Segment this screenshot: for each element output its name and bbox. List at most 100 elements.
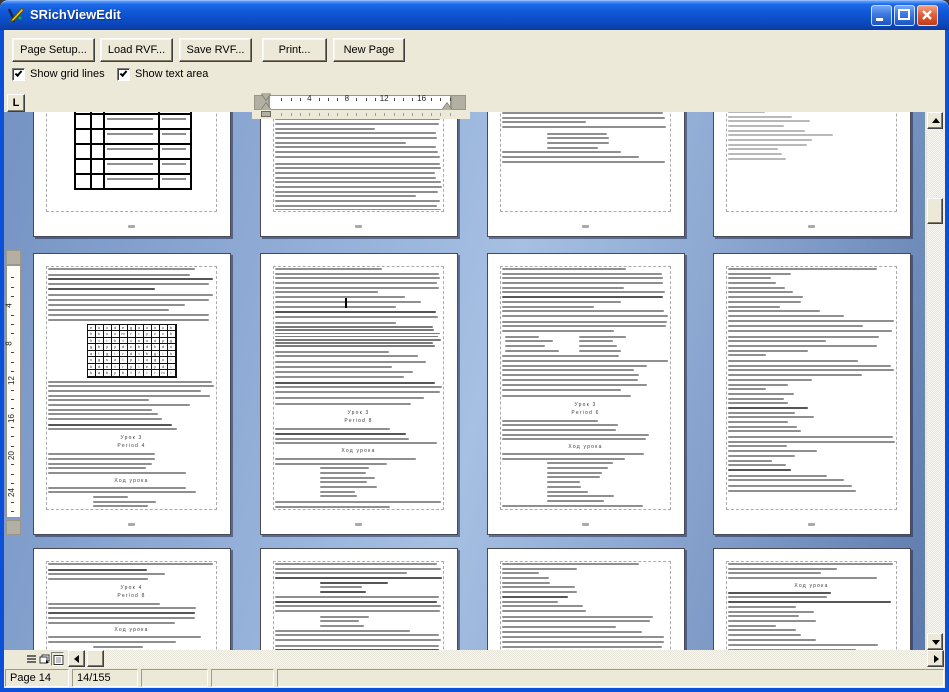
load-rvf-button[interactable]: Load RVF... <box>100 38 173 62</box>
app-icon <box>7 6 25 24</box>
page-number-mark <box>808 225 815 228</box>
ruler-subtick <box>337 113 338 116</box>
text-line <box>48 467 146 469</box>
text-line <box>48 399 149 401</box>
text-line <box>320 477 375 479</box>
right-indent-marker[interactable] <box>442 103 452 110</box>
status-panel-4 <box>211 669 274 687</box>
text-line <box>728 620 816 622</box>
ruler-subtick <box>394 113 395 116</box>
text-line <box>48 288 155 290</box>
page-r3-c2[interactable]: Урок 4 <box>260 548 458 650</box>
page-layout-view-icon <box>53 655 64 665</box>
word-search-grid: eucdegooncbhkoomriyccbhtibtcnodpggbyydcb… <box>87 324 177 378</box>
page-content: Урок 4Period 8Ход урока <box>48 563 215 650</box>
scroll-left-button[interactable] <box>68 650 85 667</box>
text-line <box>728 388 766 390</box>
text-line <box>275 167 441 169</box>
text-line <box>275 322 396 324</box>
left-indent-marker[interactable] <box>261 111 271 117</box>
page-r1-c1[interactable] <box>33 112 231 237</box>
page-heading: Урок 3 <box>275 410 442 418</box>
maximize-button[interactable] <box>894 5 915 26</box>
text-line <box>275 403 411 405</box>
text-line <box>502 330 614 332</box>
text-line <box>547 472 602 474</box>
page-r1-c3[interactable] <box>487 112 685 237</box>
new-page-button[interactable]: New Page <box>333 38 405 62</box>
page-r3-c4[interactable]: Ход урока <box>713 548 911 650</box>
save-rvf-button[interactable]: Save RVF... <box>179 38 252 62</box>
ruler-number: 20 <box>7 451 16 460</box>
text-line <box>48 463 152 465</box>
text-line <box>502 395 631 397</box>
text-line <box>728 296 803 298</box>
text-line <box>502 291 665 293</box>
page-r3-c1[interactable]: Урок 4Period 8Ход урока <box>33 548 231 650</box>
page-setup-button[interactable]: Page Setup... <box>12 38 95 62</box>
page-content <box>275 112 442 210</box>
scroll-right-button[interactable] <box>927 650 944 667</box>
text-line <box>728 615 799 617</box>
first-line-indent-marker[interactable] <box>261 93 271 100</box>
page-r2-c2[interactable]: Урок 3Period 8Ход урока <box>260 253 458 535</box>
hanging-indent-marker[interactable] <box>261 103 271 110</box>
text-line <box>275 311 436 313</box>
text-line <box>320 495 357 497</box>
page-number-mark <box>128 523 135 526</box>
vertical-ruler[interactable]: 4812162024 <box>5 248 23 538</box>
page-r2-c1[interactable]: eucdegooncbhkoomriyccbhtibtcnodpggbyydcb… <box>33 253 231 535</box>
scroll-up-button[interactable] <box>927 112 943 129</box>
text-line <box>728 148 778 150</box>
check-icon <box>15 69 23 77</box>
page-r3-c3[interactable] <box>487 548 685 650</box>
page-r2-c4[interactable] <box>713 253 911 535</box>
document-viewport[interactable]: eucdegooncbhkoomriyccbhtibtcnodpggbyydcb… <box>4 112 925 650</box>
tab-alignment-selector-button[interactable]: L <box>7 94 25 112</box>
text-line <box>728 374 862 376</box>
page-r1-c2[interactable] <box>260 112 458 237</box>
titlebar[interactable]: SRichViewEdit <box>0 0 949 30</box>
ruler-tick <box>412 98 413 101</box>
ruler-tick <box>11 333 14 334</box>
text-line <box>275 366 392 368</box>
page-r2-c3[interactable]: Урок 3Period 6Ход урока <box>487 253 685 535</box>
horizontal-ruler[interactable]: 481216 <box>252 92 470 119</box>
paired-columns <box>502 336 669 355</box>
text-line <box>728 336 879 338</box>
text-line <box>728 282 776 284</box>
close-button[interactable] <box>917 5 938 26</box>
ruler-tick <box>11 352 14 353</box>
text-line <box>502 453 644 455</box>
draft-view-button[interactable] <box>38 652 51 666</box>
status-page-fraction: 14/155 <box>72 669 138 687</box>
list-view-button[interactable] <box>25 652 38 666</box>
ruler-tick <box>337 98 338 101</box>
ruler-subtick <box>347 113 348 116</box>
ruler-subtick <box>375 113 376 116</box>
app-window: SRichViewEdit Page Setup... Load RVF... … <box>0 0 949 692</box>
horizontal-scroll-thumb[interactable] <box>87 650 104 667</box>
text-line <box>275 132 436 134</box>
text-line <box>48 617 195 619</box>
page-layout-view-button[interactable] <box>51 652 64 666</box>
text-line <box>275 506 390 508</box>
vertical-scroll-thumb[interactable] <box>927 198 943 224</box>
horizontal-scrollbar[interactable] <box>4 650 945 668</box>
text-line <box>547 467 608 469</box>
page-heading: Ход урока <box>48 478 215 486</box>
scroll-down-button[interactable] <box>927 633 943 650</box>
text-line <box>275 596 439 598</box>
minimize-button[interactable] <box>871 5 892 26</box>
text-line <box>502 126 666 128</box>
print-button[interactable]: Print... <box>262 38 327 62</box>
text-line <box>502 572 539 574</box>
vertical-scrollbar[interactable] <box>927 112 945 650</box>
text-line <box>502 310 664 312</box>
ruler-tick <box>11 408 14 409</box>
show-text-area-checkbox[interactable] <box>117 68 130 81</box>
text-line <box>275 382 435 384</box>
text-line <box>502 646 662 648</box>
page-r1-c4[interactable] <box>713 112 911 237</box>
show-grid-lines-checkbox[interactable] <box>12 68 25 81</box>
